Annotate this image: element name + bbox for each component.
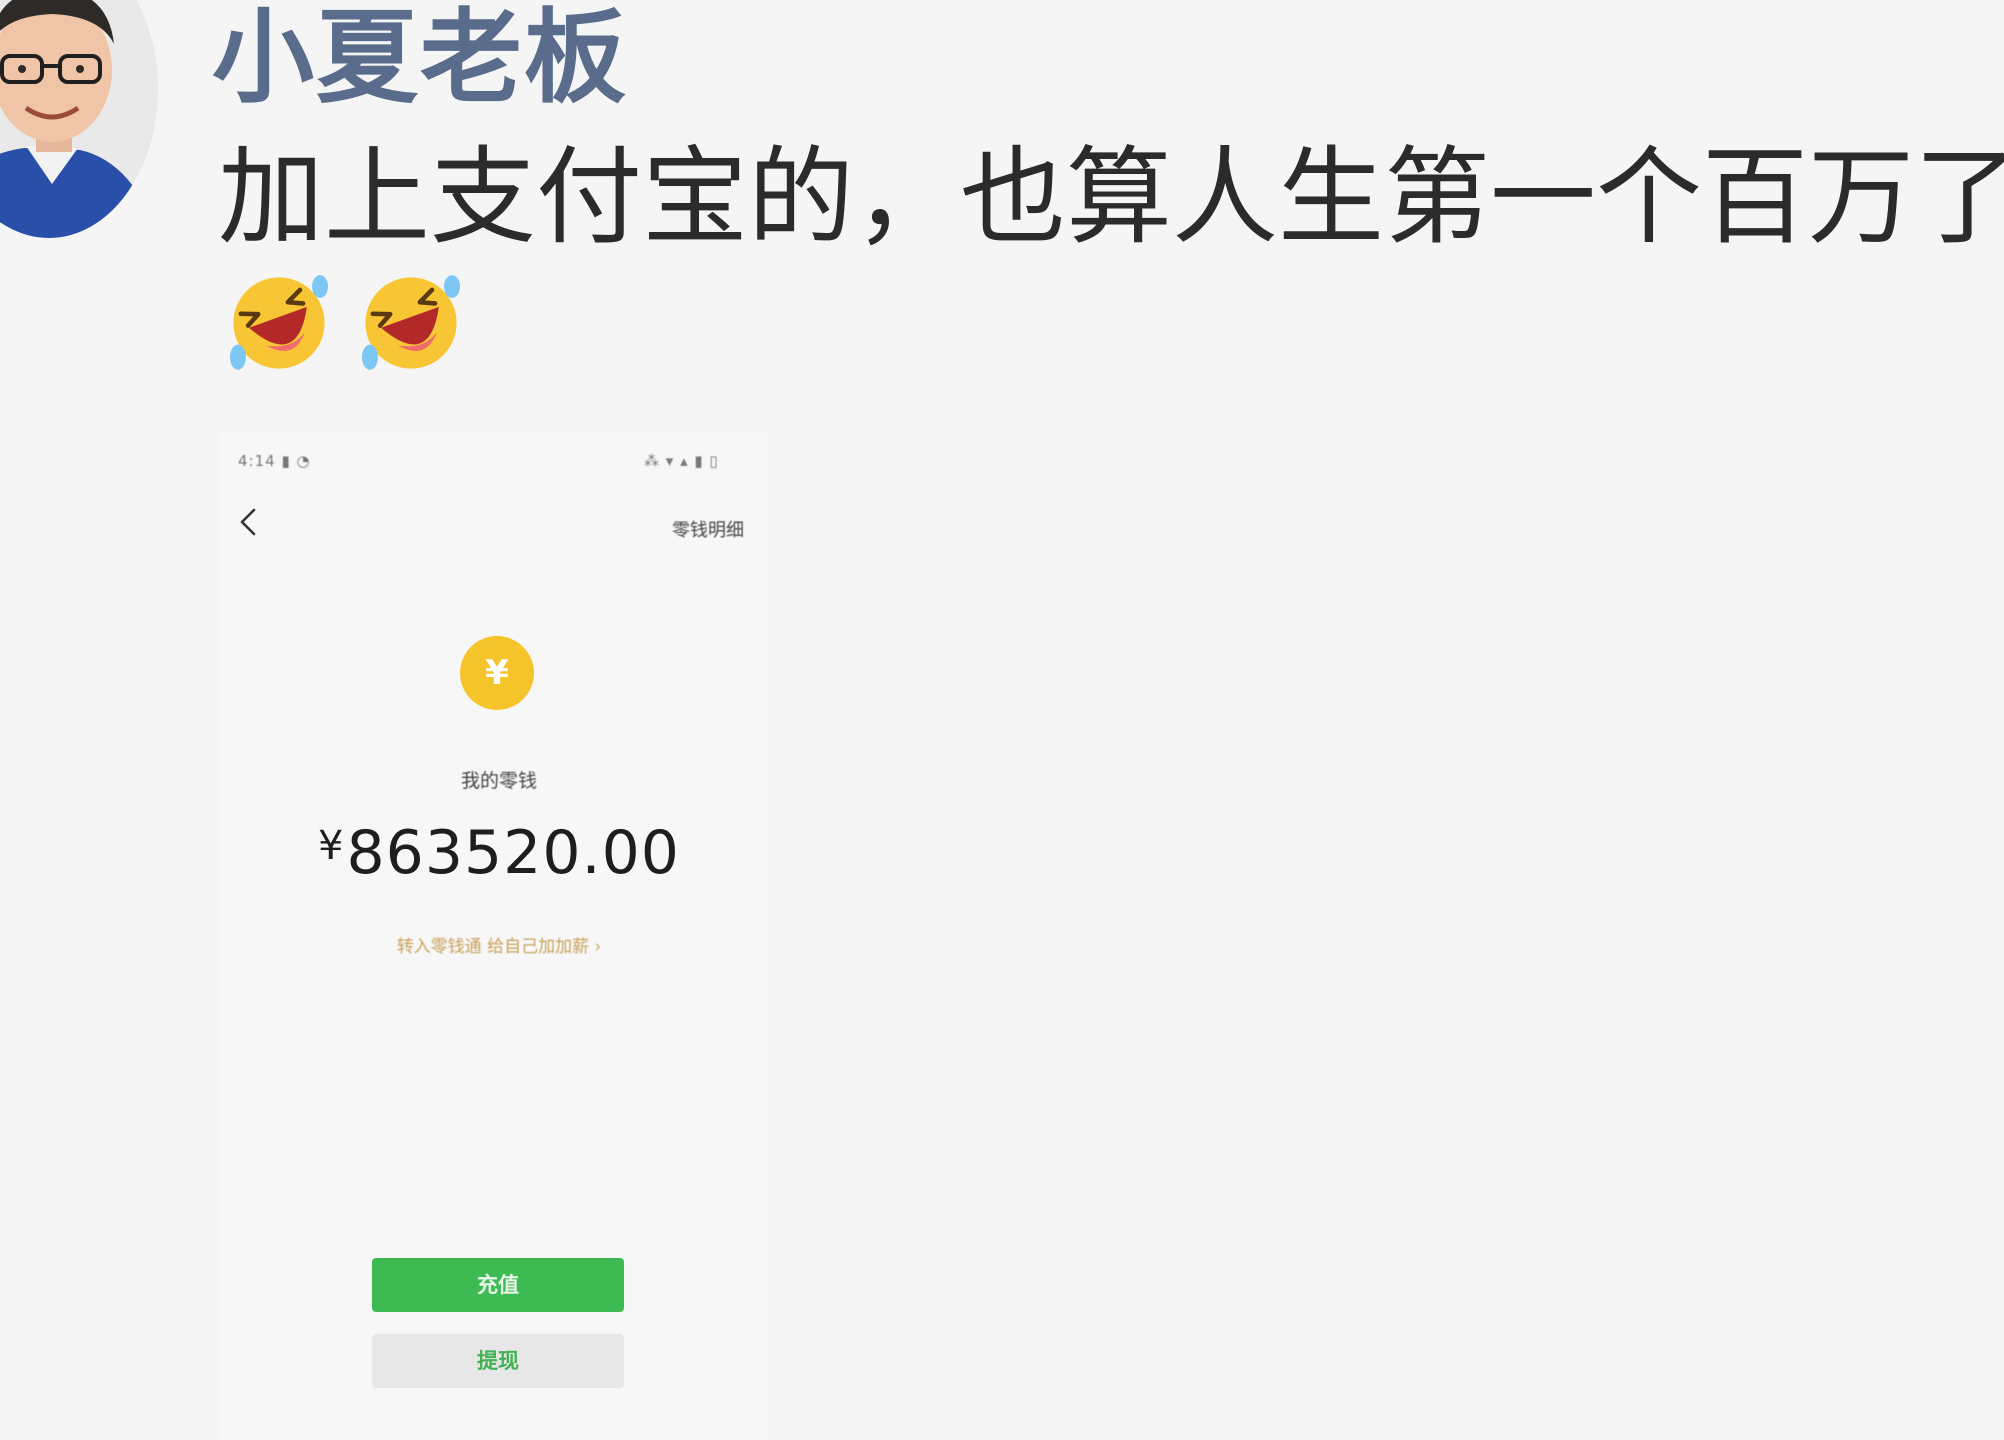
post-page: 小夏老板 加上支付宝的，也算人生第一个百万了 4:14 ▮ ◔ ⁂ ▾ ▴ ▮ … [0, 0, 2004, 1440]
avatar[interactable] [0, 0, 158, 238]
balance-amount: ¥863520.00 [220, 810, 778, 889]
balance-value: 863520.00 [346, 818, 680, 888]
rolling-on-floor-laughing-icon [361, 275, 461, 370]
status-bar-left: 4:14 ▮ ◔ [238, 452, 311, 470]
rolling-on-floor-laughing-icon [229, 275, 329, 370]
change-label: 我的零钱 [460, 770, 537, 792]
withdraw-button[interactable]: 提现 [372, 1334, 624, 1388]
emoji-row [222, 266, 468, 380]
chevron-left-icon[interactable] [228, 500, 268, 544]
post-text: 加上支付宝的，也算人生第一个百万了 [218, 136, 2004, 259]
wallet-details-link[interactable]: 零钱明细 [672, 516, 744, 542]
wallet-screenshot[interactable]: 4:14 ▮ ◔ ⁂ ▾ ▴ ▮ ▯ 零钱明细 ¥ 我的零钱 ¥863520.0… [220, 434, 768, 1440]
currency-symbol: ¥ [318, 823, 345, 869]
recharge-button[interactable]: 充值 [372, 1258, 624, 1312]
promo-link[interactable]: 转入零钱通 给自己加加薪 › [220, 932, 778, 957]
yen-coin-icon: ¥ [460, 636, 534, 710]
author-name[interactable]: 小夏老板 [212, 2, 628, 116]
avatar-portrait [0, 0, 158, 238]
status-bar-right: ⁂ ▾ ▴ ▮ ▯ [644, 452, 719, 470]
